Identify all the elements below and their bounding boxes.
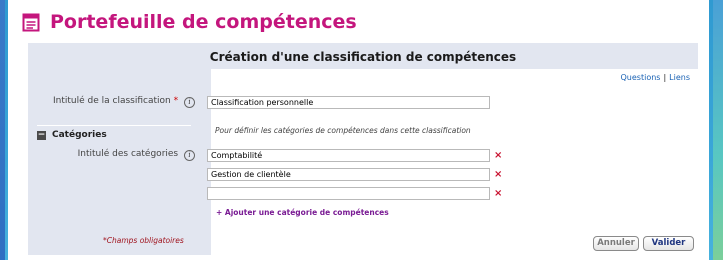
category-input-3[interactable] [207,187,490,200]
submit-button[interactable]: Valider [643,236,694,251]
links-separator: | [663,73,667,82]
panel-heading: Création d'une classification de compéte… [209,50,517,64]
collapse-icon[interactable]: − [37,130,46,140]
classification-input[interactable]: Classification personnelle [207,96,490,109]
categories-label: Intitulé des catégories [77,149,179,159]
categories-section-header[interactable]: − Catégories [37,130,107,140]
required-marker: * [173,96,179,106]
help-links: Questions | Liens [621,73,691,82]
info-icon[interactable]: i [184,150,195,161]
category-input-2[interactable]: Gestion de clientèle [207,168,490,181]
remove-icon[interactable]: × [494,169,502,180]
page-title: Portefeuille de compétences [50,11,357,33]
background-edge-right [713,0,723,260]
page: Portefeuille de compétences Création d'u… [8,0,709,260]
add-category-link[interactable]: + Ajouter une catégorie de compétences [216,208,389,217]
questions-link[interactable]: Questions [621,73,661,82]
info-icon[interactable]: i [184,97,195,108]
categories-hint: Pour définir les catégories de compétenc… [215,126,471,135]
background-edge-left [0,0,5,260]
category-input-1[interactable]: Comptabilité [207,149,490,162]
required-fields-note: *Champs obligatoires [103,236,184,245]
section-divider [37,125,191,126]
notepad-icon [22,13,40,32]
page-header: Portefeuille de compétences [22,10,357,34]
remove-icon[interactable]: × [494,150,502,161]
classification-label: Intitulé de la classification [53,96,171,106]
classification-label-row: Intitulé de la classification * i [53,96,195,108]
liens-link[interactable]: Liens [669,73,690,82]
remove-icon[interactable]: × [494,188,502,199]
categories-section-title: Catégories [52,130,107,140]
cancel-button[interactable]: Annuler [593,236,639,251]
categories-label-row: Intitulé des catégories i [78,149,195,161]
